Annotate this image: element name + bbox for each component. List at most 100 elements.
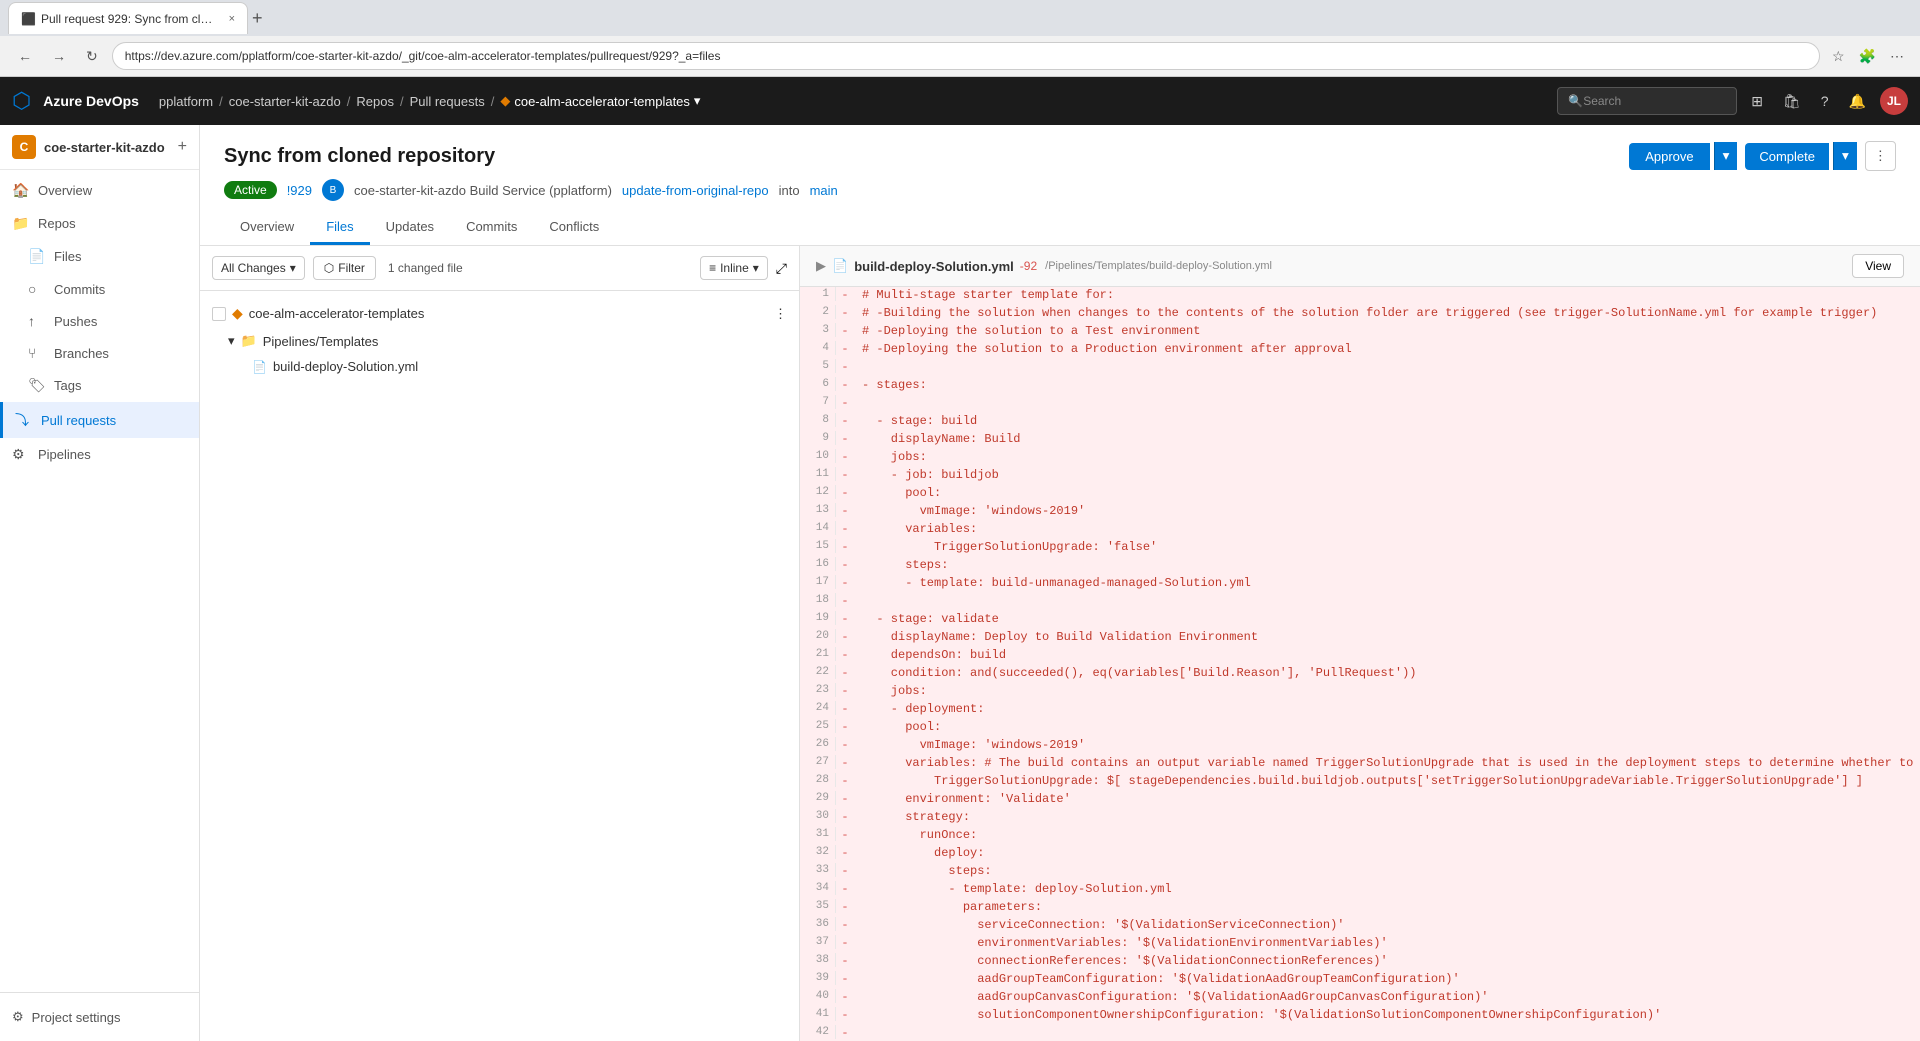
line-number: 38 — [800, 953, 836, 967]
pr-author-avatar: B — [322, 179, 344, 201]
sidebar-item-branches[interactable]: ⑂ Branches — [0, 337, 199, 369]
sidebar-item-overview[interactable]: 🏠 Overview — [0, 174, 199, 207]
forward-button[interactable]: → — [46, 44, 72, 68]
grid-view-button[interactable]: ⊞ — [1745, 87, 1769, 116]
breadcrumb-dropdown-icon[interactable]: ▾ — [694, 93, 701, 109]
breadcrumb-org[interactable]: coe-starter-kit-azdo — [229, 94, 341, 109]
diff-line: 10- jobs: — [800, 449, 1920, 467]
diff-line: 23- jobs: — [800, 683, 1920, 701]
line-number: 36 — [800, 917, 836, 931]
expand-view-button[interactable]: ⤢ — [776, 260, 787, 277]
line-code: # -Building the solution when changes to… — [854, 305, 1885, 321]
breadcrumb-pplatform[interactable]: pplatform — [159, 94, 213, 109]
tab-conflicts[interactable]: Conflicts — [533, 211, 615, 245]
repo-more-icon[interactable]: ⋮ — [774, 306, 787, 322]
search-input[interactable] — [1583, 94, 1703, 108]
tab-commits[interactable]: Commits — [450, 211, 533, 245]
line-number: 11 — [800, 467, 836, 481]
sidebar-item-pipelines[interactable]: ⚙ Pipelines — [0, 438, 199, 471]
line-sign: - — [836, 737, 854, 753]
line-sign: - — [836, 377, 854, 393]
sidebar-item-repos[interactable]: 📁 Repos — [0, 207, 199, 240]
address-bar[interactable] — [112, 42, 1820, 70]
all-changes-chevron-icon: ▾ — [290, 261, 296, 275]
extensions-button[interactable]: 🧩 — [1855, 44, 1880, 69]
sidebar-item-branches-label: Branches — [54, 346, 109, 361]
filter-button[interactable]: ⬡ Filter — [313, 256, 376, 280]
line-code: aadGroupCanvasConfiguration: '$(Validati… — [854, 989, 1497, 1005]
breadcrumb-prs[interactable]: Pull requests — [410, 94, 485, 109]
diff-line: 21- dependsOn: build — [800, 647, 1920, 665]
diff-line: 1-# Multi-stage starter template for: — [800, 287, 1920, 305]
file-tree-folder[interactable]: ▾ 📁 Pipelines/Templates — [200, 328, 799, 354]
tab-files[interactable]: Files — [310, 211, 369, 245]
diff-line: 18- — [800, 593, 1920, 611]
line-code: runOnce: — [854, 827, 985, 843]
user-avatar[interactable]: JL — [1880, 87, 1908, 115]
sidebar-item-files[interactable]: 📄 Files — [0, 240, 199, 273]
new-tab-button[interactable]: + — [252, 8, 263, 29]
breadcrumb-sep-3: / — [491, 94, 495, 109]
sidebar-item-commits[interactable]: ○ Commits — [0, 273, 199, 305]
file-tree-file[interactable]: 📄 build-deploy-Solution.yml — [200, 354, 799, 379]
help-button[interactable]: ? — [1815, 87, 1835, 115]
line-number: 3 — [800, 323, 836, 337]
sidebar-org: C coe-starter-kit-azdo + — [0, 125, 199, 170]
line-sign: - — [836, 521, 854, 537]
back-button[interactable]: ← — [12, 44, 38, 68]
sidebar-item-pushes[interactable]: ↑ Pushes — [0, 305, 199, 337]
line-sign: - — [836, 899, 854, 915]
all-changes-dropdown[interactable]: All Changes ▾ — [212, 256, 305, 280]
line-code: # -Deploying the solution to a Test envi… — [854, 323, 1208, 339]
line-sign: - — [836, 305, 854, 321]
sidebar-item-pull-requests[interactable]: ⤵ Pull requests — [0, 402, 199, 438]
complete-dropdown-button[interactable]: ▾ — [1833, 142, 1857, 170]
tab-updates[interactable]: Updates — [370, 211, 450, 245]
diff-line: 40- aadGroupCanvasConfiguration: '$(Vali… — [800, 989, 1920, 1007]
breadcrumb-repos[interactable]: Repos — [356, 94, 394, 109]
line-sign: - — [836, 881, 854, 897]
line-sign: - — [836, 575, 854, 591]
project-settings-item[interactable]: ⚙ Project settings — [12, 1001, 187, 1033]
sidebar-footer: ⚙ Project settings — [0, 992, 199, 1041]
line-number: 34 — [800, 881, 836, 895]
view-toggle[interactable]: ≡ Inline ▾ — [700, 256, 768, 280]
tab-favicon: ⬛ — [21, 12, 35, 26]
line-number: 5 — [800, 359, 836, 373]
root-checkbox[interactable] — [212, 307, 226, 321]
shopping-bag-button[interactable]: 🛍 — [1777, 87, 1807, 116]
diff-line: 34- - template: deploy-Solution.yml — [800, 881, 1920, 899]
search-icon: 🔍 — [1568, 94, 1583, 108]
line-sign: - — [836, 485, 854, 501]
complete-button[interactable]: Complete — [1745, 143, 1829, 170]
active-tab[interactable]: ⬛ Pull request 929: Sync from clon... × — [8, 2, 248, 34]
sidebar-item-tags[interactable]: 🏷 Tags — [0, 369, 199, 402]
line-code — [854, 395, 870, 397]
diff-line: 30- strategy: — [800, 809, 1920, 827]
diff-line: 6-- stages: — [800, 377, 1920, 395]
diff-line: 5- — [800, 359, 1920, 377]
notifications-button[interactable]: 🔔 — [1843, 87, 1872, 116]
pipelines-icon: ⚙ — [12, 446, 30, 463]
more-actions-button[interactable]: ⋮ — [1865, 141, 1896, 171]
line-number: 16 — [800, 557, 836, 571]
tab-overview[interactable]: Overview — [224, 211, 310, 245]
refresh-button[interactable]: ↻ — [80, 44, 104, 69]
line-number: 41 — [800, 1007, 836, 1021]
pr-target-branch[interactable]: main — [810, 183, 838, 198]
line-code: vmImage: 'windows-2019' — [854, 503, 1093, 519]
diff-line: 19- - stage: validate — [800, 611, 1920, 629]
pr-source-branch[interactable]: update-from-original-repo — [622, 183, 769, 198]
diff-view-button[interactable]: View — [1852, 254, 1904, 278]
approve-dropdown-button[interactable]: ▾ — [1714, 142, 1738, 170]
line-code: displayName: Deploy to Build Validation … — [854, 629, 1266, 645]
more-browser-button[interactable]: ⋯ — [1886, 44, 1908, 69]
approve-button[interactable]: Approve — [1629, 143, 1709, 170]
close-tab-button[interactable]: × — [229, 13, 235, 25]
files-icon: 📄 — [28, 248, 46, 265]
folder-chevron-icon: ▾ — [228, 333, 235, 349]
bookmark-button[interactable]: ☆ — [1828, 44, 1849, 69]
add-project-button[interactable]: + — [178, 138, 187, 156]
ado-brand-label: Azure DevOps — [43, 93, 139, 109]
line-number: 28 — [800, 773, 836, 787]
